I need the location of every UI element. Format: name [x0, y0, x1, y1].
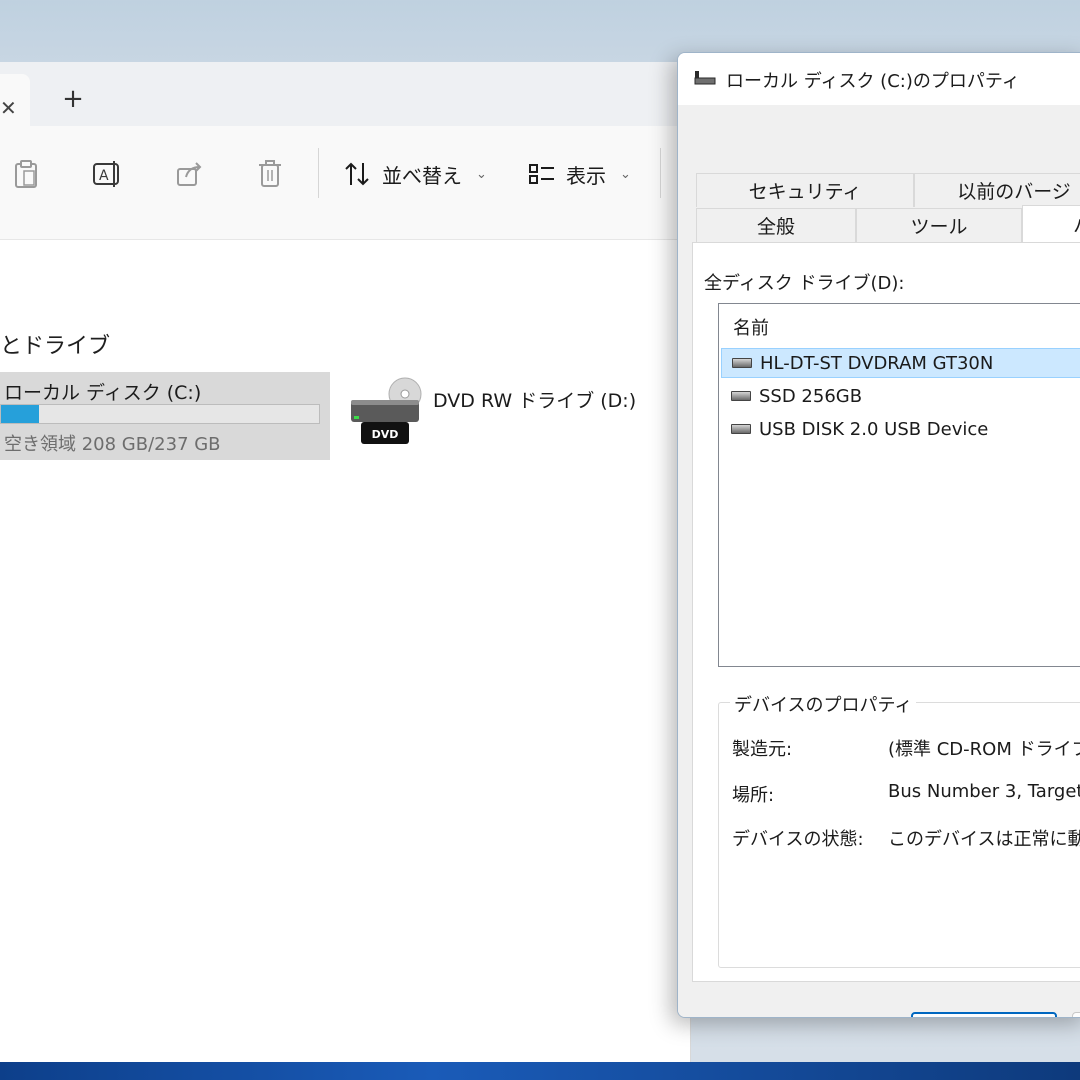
drive-free-space: 空き領域 208 GB/237 GB: [4, 434, 221, 455]
section-heading: とドライブ: [0, 334, 111, 359]
group-caption: デバイスのプロパティ: [730, 691, 917, 717]
file-explorer-window: ✕ + A 並べ替え ⌄ 表示 ⌄ とドライブ ローカル ディスク (C:) 空…: [0, 62, 691, 1062]
usage-bar: [0, 404, 320, 424]
chevron-down-icon: ⌄: [476, 166, 487, 182]
command-bar: A 並べ替え ⌄ 表示 ⌄: [0, 128, 690, 218]
drive-icon: [732, 358, 752, 368]
rename-icon[interactable]: A: [92, 158, 124, 190]
sort-icon: [345, 162, 369, 186]
taskbar: [0, 1062, 1080, 1080]
ok-button[interactable]: OK: [911, 1012, 1057, 1017]
svg-text:A: A: [99, 168, 109, 184]
tab-security[interactable]: セキュリティ: [696, 173, 914, 207]
location-value: Bus Number 3, Target: [888, 781, 1080, 802]
usage-bar-fill: [1, 405, 40, 423]
dialog-body: セキュリティ 以前のバージ 全般 ツール ハ 全ディスク ドライブ(D): 名前…: [678, 105, 1080, 1017]
tab-tools[interactable]: ツール: [856, 208, 1022, 242]
drive-tile-c[interactable]: ローカル ディスク (C:) 空き領域 208 GB/237 GB: [0, 372, 330, 460]
tab-previous-versions[interactable]: 以前のバージ: [914, 173, 1080, 207]
address-bar[interactable]: [0, 239, 690, 299]
list-item-label: SSD 256GB: [759, 385, 863, 407]
close-tab-icon[interactable]: ✕: [0, 96, 17, 120]
drive-label: DVD RW ドライブ (D:): [433, 390, 637, 412]
sort-button[interactable]: 並べ替え ⌄: [344, 152, 487, 196]
drive-icon: [731, 424, 751, 434]
drive-icon: [731, 391, 751, 401]
device-status-value: このデバイスは正常に動: [888, 829, 1080, 850]
list-item-label: USB DISK 2.0 USB Device: [759, 418, 989, 440]
explorer-tab[interactable]: ✕: [0, 74, 30, 128]
dialog-title: ローカル ディスク (C:)のプロパティ: [726, 71, 1020, 92]
location-label: 場所:: [732, 785, 775, 806]
drive-label: ローカル ディスク (C:): [4, 382, 202, 404]
dvd-icon-label: DVD: [372, 428, 399, 441]
chevron-down-icon: ⌄: [620, 166, 631, 182]
delete-icon[interactable]: [254, 158, 286, 190]
view-icon: [529, 164, 554, 184]
manufacturer-label: 製造元:: [732, 739, 793, 760]
list-column-header[interactable]: 名前: [733, 314, 769, 340]
dvd-drive-icon: DVD: [351, 377, 422, 444]
list-item[interactable]: USB DISK 2.0 USB Device: [721, 414, 1080, 444]
all-drives-label: 全ディスク ドライブ(D):: [704, 273, 905, 294]
drive-properties-dialog: ローカル ディスク (C:)のプロパティ セキュリティ 以前のバージ 全般 ツー…: [677, 52, 1080, 1018]
dialog-title-bar[interactable]: ローカル ディスク (C:)のプロパティ: [678, 53, 1080, 105]
sort-label: 並べ替え: [382, 163, 462, 188]
share-icon[interactable]: [174, 158, 206, 190]
list-item[interactable]: HL-DT-ST DVDRAM GT30N: [721, 348, 1080, 378]
device-status-label: デバイスの状態:: [732, 829, 864, 850]
drive-icon: [694, 71, 716, 85]
list-item-label: HL-DT-ST DVDRAM GT30N: [760, 352, 994, 374]
manufacturer-value: (標準 CD-ROM ドライブ: [888, 739, 1080, 760]
paste-icon[interactable]: [10, 158, 42, 190]
view-label: 表示: [566, 163, 606, 188]
tab-hardware[interactable]: ハ: [1022, 205, 1080, 243]
tab-strip: ✕ +: [0, 62, 690, 128]
drives-content-area: とドライブ ローカル ディスク (C:) 空き領域 208 GB/237 GB …: [0, 298, 690, 1062]
list-item[interactable]: SSD 256GB: [721, 381, 1080, 411]
view-button[interactable]: 表示 ⌄: [528, 152, 631, 196]
tab-general[interactable]: 全般: [696, 208, 856, 242]
toolbar-separator: [660, 148, 661, 198]
new-tab-button[interactable]: +: [58, 84, 88, 114]
cancel-button[interactable]: [1072, 1012, 1080, 1017]
drive-tile-d[interactable]: DVD DVD RW ドライブ (D:): [345, 372, 645, 460]
drive-list[interactable]: 名前 HL-DT-ST DVDRAM GT30N SSD 256GB USB D…: [718, 303, 1080, 667]
toolbar-separator: [318, 148, 319, 198]
